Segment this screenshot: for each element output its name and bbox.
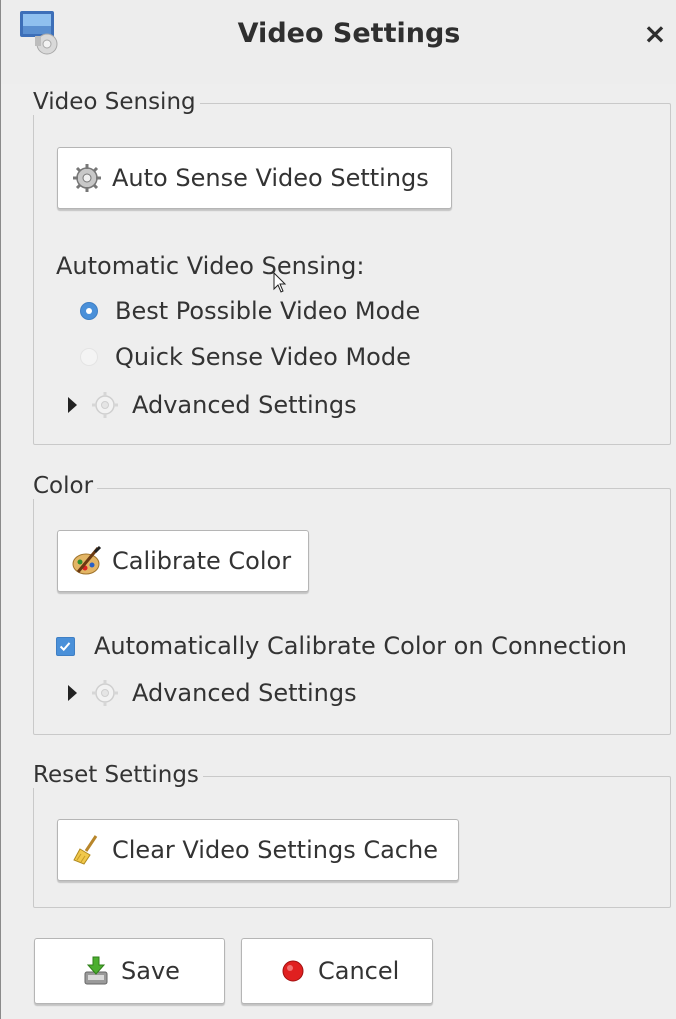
quick-sense-label[interactable]: Quick Sense Video Mode	[115, 343, 411, 371]
red-circle-icon	[282, 960, 304, 982]
best-possible-label[interactable]: Best Possible Video Mode	[115, 297, 420, 325]
mouse-cursor-icon	[273, 272, 287, 293]
save-button[interactable]: Save	[34, 938, 225, 1004]
calibrate-color-button-label: Calibrate Color	[112, 547, 292, 575]
broom-icon	[73, 835, 98, 865]
window-title: Video Settings	[237, 18, 461, 49]
auto-sense-video-settings-button[interactable]: Auto Sense Video Settings	[57, 147, 452, 209]
save-button-label: Save	[121, 957, 180, 985]
cancel-button-label: Cancel	[318, 957, 400, 985]
calibrate-color-button[interactable]: Calibrate Color	[57, 530, 309, 592]
expand-arrow-icon[interactable]	[68, 685, 77, 701]
expand-arrow-icon[interactable]	[68, 397, 77, 413]
color-advanced-settings-expander[interactable]: Advanced Settings	[132, 679, 357, 707]
video-settings-window: Video Settings × Video Sensing Auto Sens…	[0, 0, 676, 1019]
palette-icon	[72, 545, 102, 575]
auto-sense-button-label: Auto Sense Video Settings	[112, 164, 429, 192]
quick-sense-radio[interactable]	[80, 348, 98, 366]
gear-icon	[92, 392, 118, 418]
clear-cache-button-label: Clear Video Settings Cache	[112, 836, 438, 864]
video-sensing-group-label: Video Sensing	[33, 89, 200, 115]
clear-video-settings-cache-button[interactable]: Clear Video Settings Cache	[57, 819, 459, 881]
best-possible-radio[interactable]	[80, 302, 98, 320]
checkmark-icon	[59, 642, 71, 652]
color-group-label: Color	[33, 473, 98, 499]
automatic-video-sensing-label: Automatic Video Sensing:	[56, 252, 365, 280]
auto-calibrate-label[interactable]: Automatically Calibrate Color on Connect…	[94, 632, 627, 660]
auto-calibrate-checkbox[interactable]	[56, 637, 75, 656]
reset-settings-group-label: Reset Settings	[33, 762, 203, 788]
gear-icon	[92, 680, 118, 706]
close-button[interactable]: ×	[639, 18, 671, 50]
title-bar[interactable]: Video Settings ×	[1, 0, 676, 84]
save-download-icon	[84, 956, 108, 985]
cancel-button[interactable]: Cancel	[241, 938, 433, 1004]
sensing-gear-icon	[73, 164, 101, 192]
advanced-settings-expander[interactable]: Advanced Settings	[132, 391, 357, 419]
